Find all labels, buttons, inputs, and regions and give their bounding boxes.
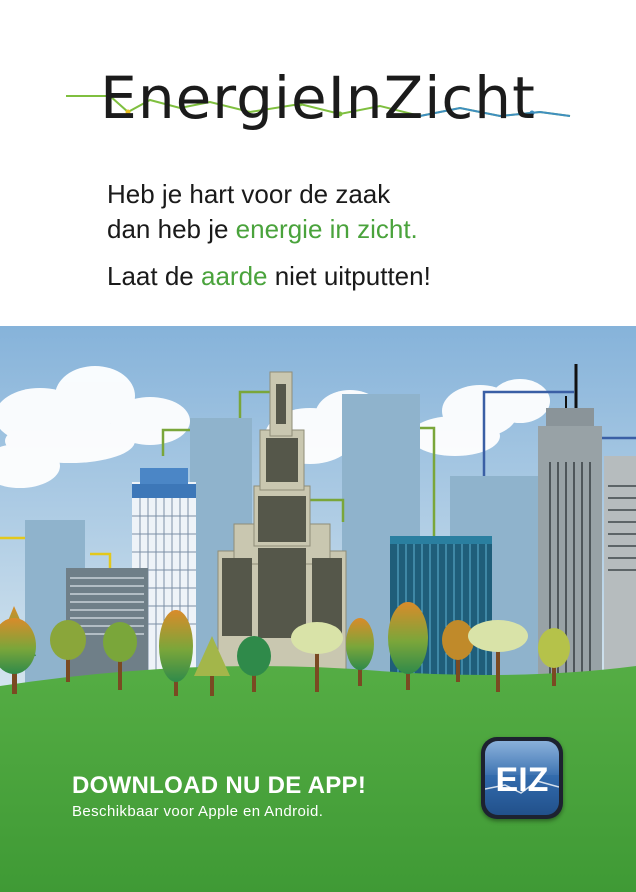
tagline-line-2-highlight: energie in zicht. [235,214,418,244]
cta-subtitle: Beschikbaar voor Apple en Android. [72,803,324,820]
app-icon-face: EIZ [485,741,559,815]
tagline: Heb je hart voor de zaak dan heb je ener… [107,177,431,294]
tagline-line-2-prefix: dan heb je [107,214,236,244]
tagline-line-3-highlight: aarde [200,261,268,291]
app-icon[interactable]: EIZ [481,737,563,819]
download-call-to-action: DOWNLOAD NU DE APP! Beschikbaar voor App… [72,772,366,820]
app-icon-label: EIZ [495,761,549,799]
tagline-line-1: Heb je hart voor de zaak [107,179,391,209]
cta-title: DOWNLOAD NU DE APP! [72,772,367,799]
tagline-line-3: Laat de aarde niet uitputten! [107,259,431,294]
logo-text: EnergieInZicht [100,64,536,132]
logo: EnergieInZicht [0,60,636,140]
tagline-line-3-prefix: Laat de [107,261,201,291]
tagline-line-3-suffix: niet uitputten! [267,261,431,291]
tagline-line-2: dan heb je energie in zicht. [107,212,431,247]
